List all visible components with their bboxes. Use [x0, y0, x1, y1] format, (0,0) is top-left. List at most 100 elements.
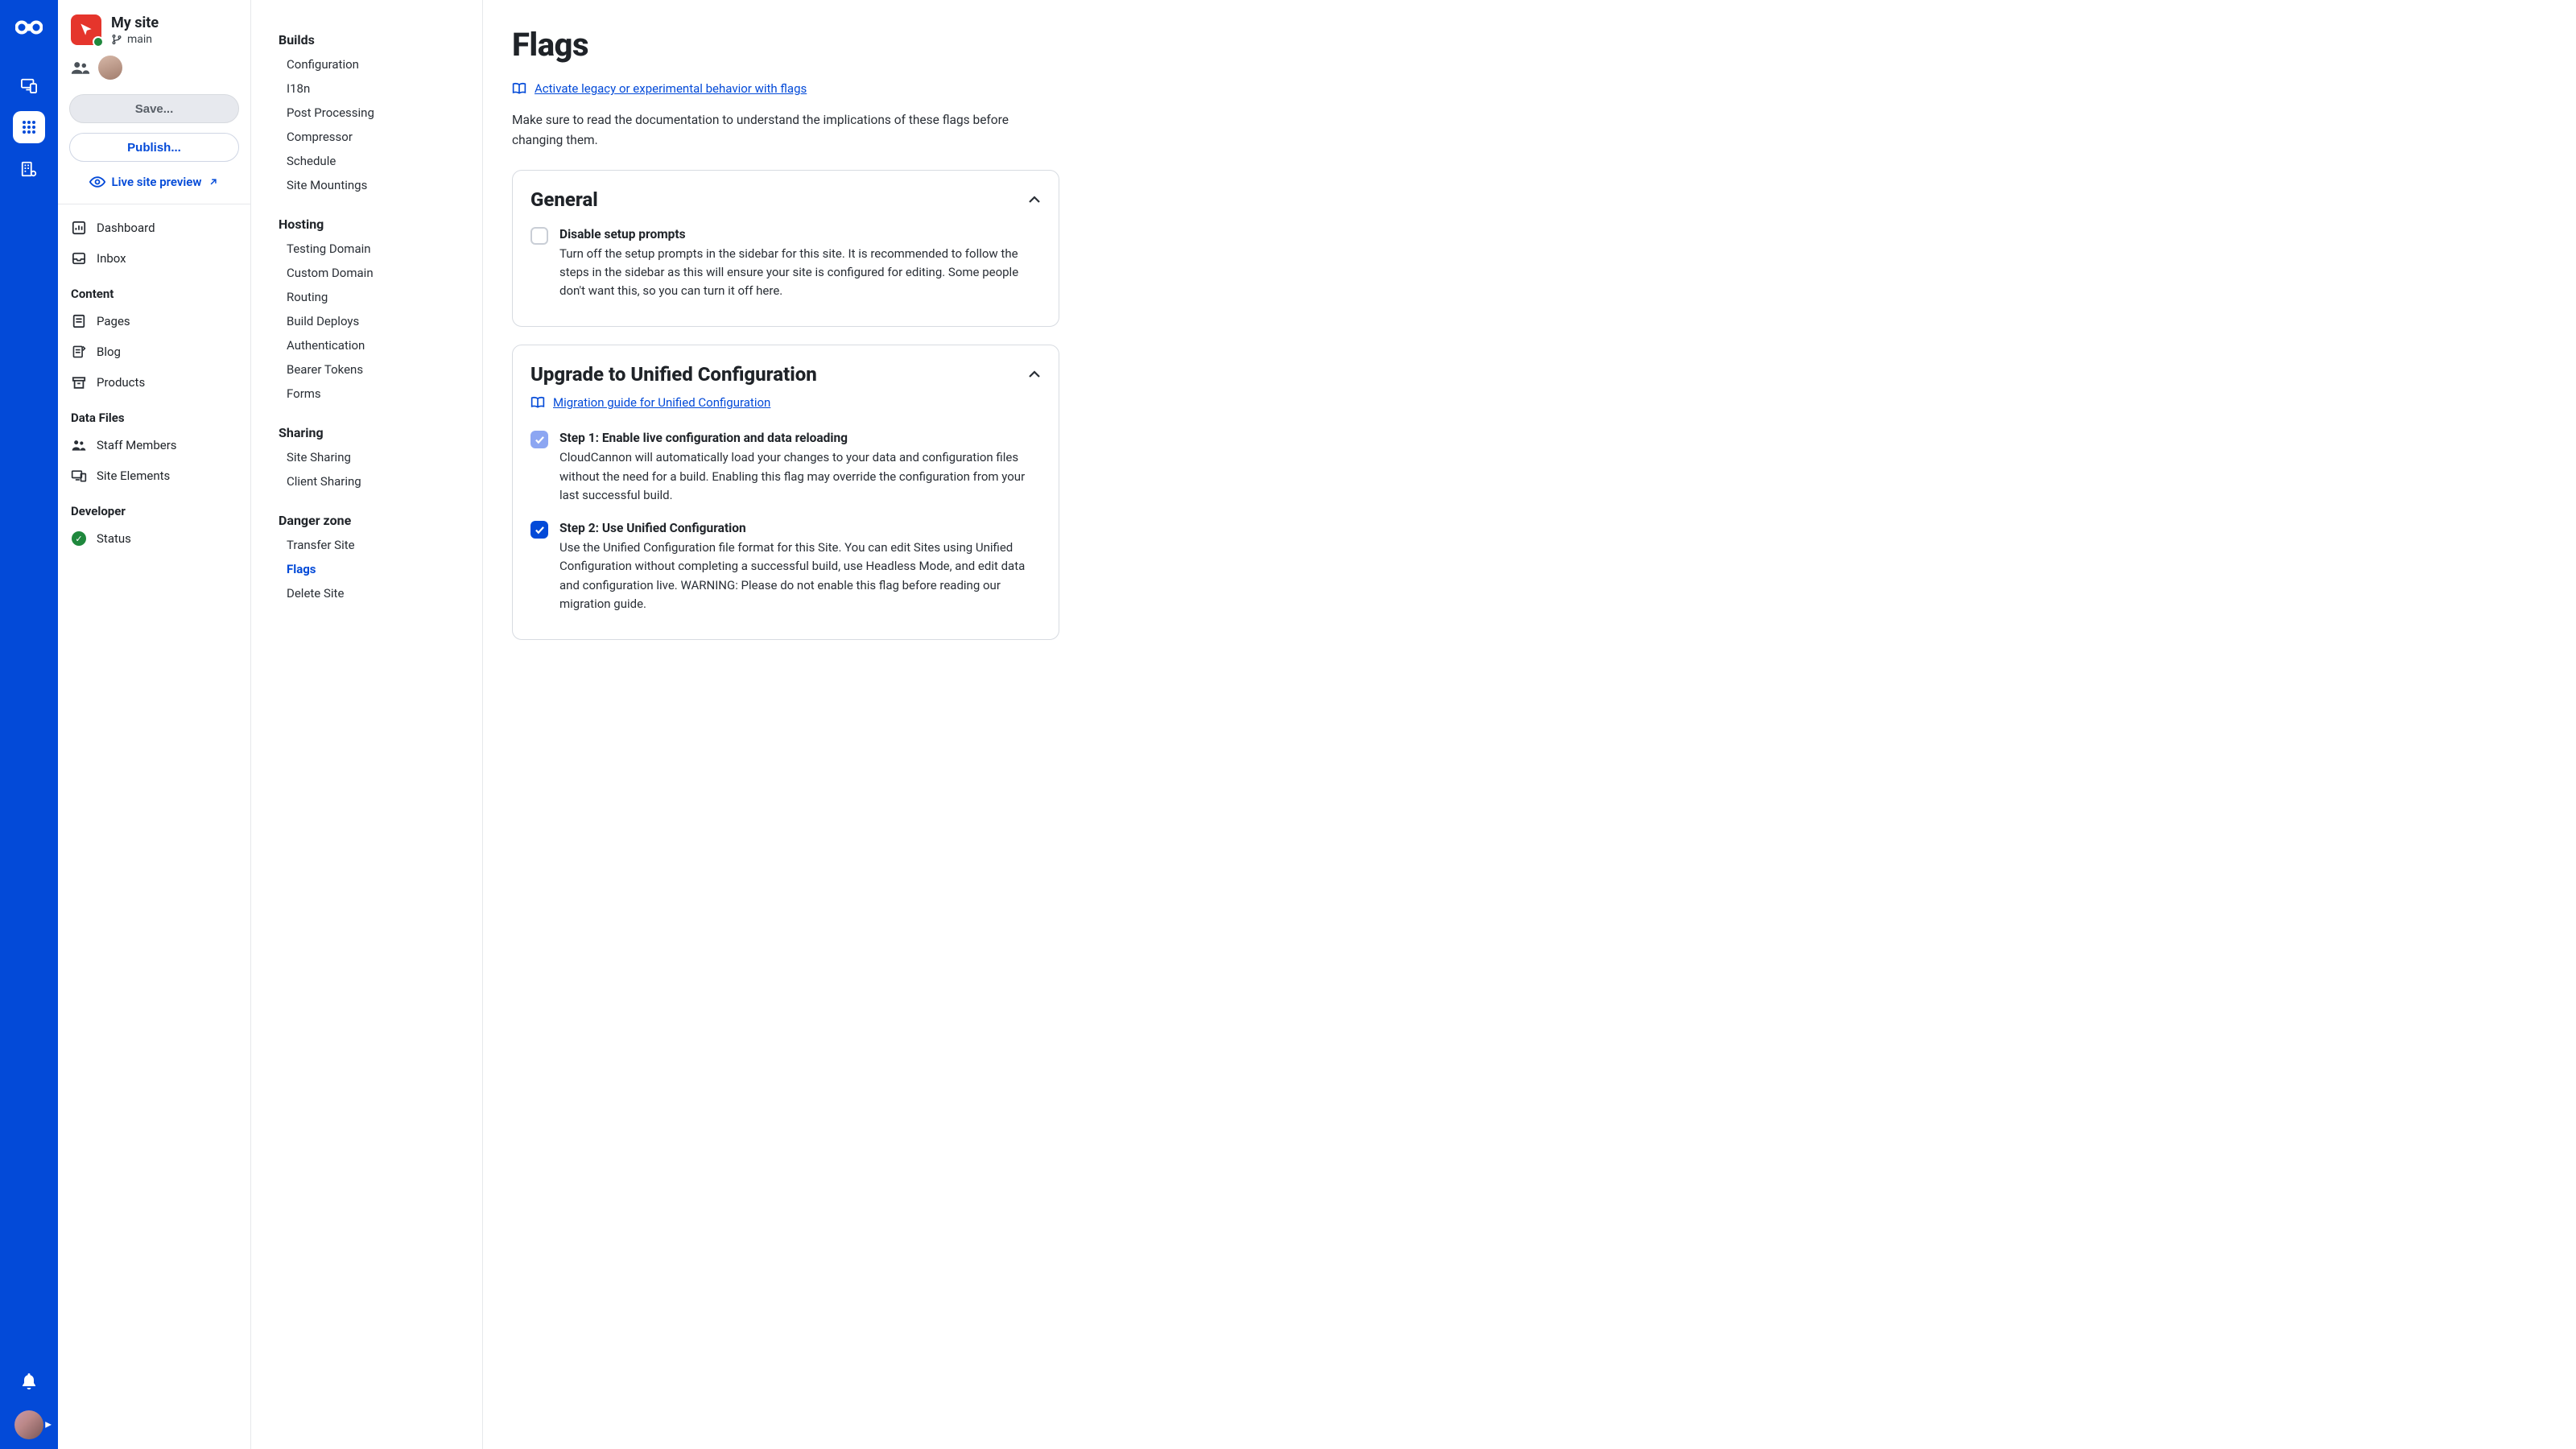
check-icon	[535, 526, 545, 535]
settings-item-transfer[interactable]: Transfer Site	[251, 533, 482, 557]
settings-group-builds: Builds Configuration I18n Post Processin…	[251, 13, 482, 197]
nav-heading-developer: Developer	[58, 491, 250, 523]
card-header: General	[530, 188, 1041, 211]
settings-item-delete[interactable]: Delete Site	[251, 581, 482, 605]
site-branch[interactable]: main	[111, 33, 159, 46]
flag-title: Step 1: Enable live configuration and da…	[559, 431, 1041, 445]
settings-item[interactable]: Build Deploys	[251, 309, 482, 333]
nav-heading-data: Data Files	[58, 398, 250, 430]
live-preview-link[interactable]: Live site preview	[58, 162, 250, 204]
flag-step1: Step 1: Enable live configuration and da…	[530, 423, 1041, 513]
checkbox-step2[interactable]	[530, 521, 548, 539]
page-icon	[71, 314, 87, 328]
status-badge-icon	[93, 36, 104, 47]
app-root: ▶ My site main	[0, 0, 2576, 1449]
main-content: Flags Activate legacy or experimental be…	[483, 0, 2576, 1449]
nav-site-elements[interactable]: Site Elements	[58, 460, 250, 491]
nav-dashboard[interactable]: Dashboard	[58, 213, 250, 243]
inbox-icon	[71, 252, 87, 265]
rail-user-avatar[interactable]: ▶	[14, 1410, 43, 1439]
people-icon[interactable]	[71, 60, 90, 75]
settings-heading: Hosting	[251, 202, 482, 237]
checkbox-disable-setup[interactable]	[530, 227, 548, 245]
intro-text: Make sure to read the documentation to u…	[512, 110, 1059, 151]
site-icon[interactable]	[71, 14, 101, 45]
book-icon	[530, 396, 545, 409]
devices-icon	[71, 469, 87, 482]
settings-item[interactable]: Post Processing	[251, 101, 482, 125]
caret-right-icon: ▶	[45, 1421, 52, 1430]
bell-icon	[22, 1373, 36, 1389]
settings-item[interactable]: Forms	[251, 382, 482, 406]
rail-sites[interactable]	[13, 111, 45, 143]
people-icon	[71, 440, 87, 451]
settings-heading: Danger zone	[251, 498, 482, 533]
settings-item[interactable]: Testing Domain	[251, 237, 482, 261]
settings-item[interactable]: Bearer Tokens	[251, 357, 482, 382]
page-title: Flags	[512, 26, 2533, 64]
global-rail: ▶	[0, 0, 58, 1449]
flag-step2: Step 2: Use Unified Configuration Use th…	[530, 513, 1041, 621]
card-general: General Disable setup prompts Turn off t…	[512, 170, 1059, 328]
settings-item-flags[interactable]: Flags	[251, 557, 482, 581]
flag-disable-setup: Disable setup prompts Turn off the setup…	[530, 219, 1041, 309]
flag-description: CloudCannon will automatically load your…	[559, 448, 1041, 505]
sidebar-nav: Dashboard Inbox Content Pages Blog Produ…	[58, 204, 250, 570]
settings-item[interactable]: Schedule	[251, 149, 482, 173]
checkbox-step1[interactable]	[530, 431, 548, 448]
settings-group-sharing: Sharing Site Sharing Client Sharing	[251, 406, 482, 493]
card-header: Upgrade to Unified Configuration	[530, 363, 1041, 386]
rail-notifications[interactable]	[13, 1365, 45, 1397]
flag-description: Use the Unified Configuration file forma…	[559, 539, 1041, 613]
doc-link-flags[interactable]: Activate legacy or experimental behavior…	[512, 81, 807, 96]
settings-item[interactable]: Custom Domain	[251, 261, 482, 285]
site-name: My site	[111, 14, 159, 31]
flag-title: Step 2: Use Unified Configuration	[559, 521, 1041, 535]
settings-item[interactable]: I18n	[251, 76, 482, 101]
migration-guide-link[interactable]: Migration guide for Unified Configuratio…	[530, 395, 770, 410]
archive-icon	[71, 376, 87, 390]
branch-icon	[111, 34, 122, 45]
rail-bottom: ▶	[0, 1365, 58, 1439]
rail-org[interactable]	[13, 153, 45, 185]
dashboard-icon	[71, 221, 87, 235]
settings-heading: Sharing	[251, 411, 482, 445]
building-gear-icon	[20, 160, 38, 178]
settings-item[interactable]: Compressor	[251, 125, 482, 149]
grid-icon	[21, 119, 37, 135]
site-sidebar: My site main Save... Publish...	[58, 0, 251, 1449]
rail-projects[interactable]	[13, 69, 45, 101]
check-icon	[535, 436, 545, 444]
blog-icon	[71, 345, 87, 359]
collaborators-row	[58, 51, 250, 89]
cursor-icon	[78, 22, 94, 38]
settings-item[interactable]: Configuration	[251, 52, 482, 76]
nav-status[interactable]: ✓ Status	[58, 523, 250, 554]
chevron-up-icon[interactable]	[1028, 370, 1041, 378]
nav-pages[interactable]: Pages	[58, 306, 250, 336]
card-title: General	[530, 188, 598, 211]
nav-products[interactable]: Products	[58, 367, 250, 398]
nav-blog[interactable]: Blog	[58, 336, 250, 367]
settings-item[interactable]: Authentication	[251, 333, 482, 357]
settings-group-hosting: Hosting Testing Domain Custom Domain Rou…	[251, 197, 482, 406]
settings-item[interactable]: Site Mountings	[251, 173, 482, 197]
chevron-up-icon[interactable]	[1028, 196, 1041, 204]
publish-button[interactable]: Publish...	[69, 133, 239, 162]
nav-staff[interactable]: Staff Members	[58, 430, 250, 460]
settings-heading: Builds	[251, 18, 482, 52]
settings-item[interactable]: Client Sharing	[251, 469, 482, 493]
save-button[interactable]: Save...	[69, 94, 239, 123]
action-buttons: Save... Publish...	[58, 89, 250, 162]
nav-heading-content: Content	[58, 274, 250, 306]
settings-item[interactable]: Routing	[251, 285, 482, 309]
cloudcannon-logo-icon	[15, 14, 43, 41]
nav-inbox[interactable]: Inbox	[58, 243, 250, 274]
product-logo[interactable]	[14, 13, 43, 42]
card-upgrade: Upgrade to Unified Configuration Migrati…	[512, 345, 1059, 640]
collaborator-avatar[interactable]	[98, 56, 122, 80]
flag-description: Turn off the setup prompts in the sideba…	[559, 245, 1041, 301]
branch-name: main	[127, 33, 152, 46]
settings-item[interactable]: Site Sharing	[251, 445, 482, 469]
book-icon	[512, 82, 526, 95]
